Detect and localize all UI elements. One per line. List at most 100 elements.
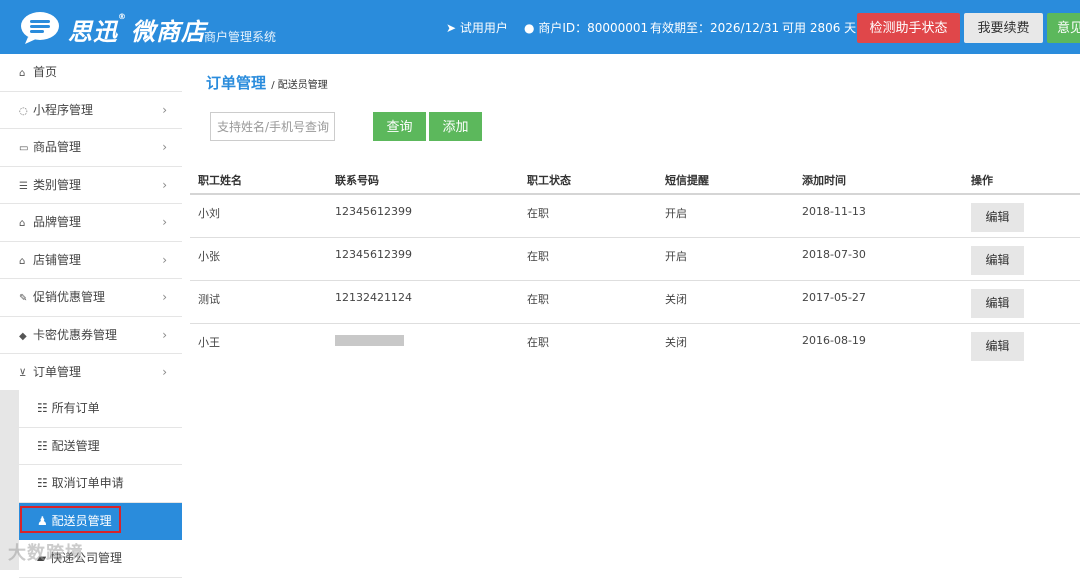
- chevron-right-icon: ›: [162, 140, 167, 154]
- list-icon: ☰: [19, 180, 28, 192]
- cell-sms: 关闭: [665, 336, 687, 349]
- brand-title: 思迅®微商店: [68, 12, 206, 46]
- sidebar-item-label: 商品管理: [33, 140, 82, 154]
- sidebar-subitem-couriers[interactable]: ♟ 配送员管理: [19, 502, 182, 540]
- cell-phone: 12345612399: [335, 248, 412, 261]
- tag-icon: ◆: [19, 330, 27, 342]
- cell-name: 小王: [198, 336, 220, 349]
- cell-status: 在职: [527, 207, 549, 220]
- sidebar-item-home[interactable]: ⌂ 首页: [0, 54, 182, 92]
- column-header: 联系号码: [335, 174, 379, 187]
- sidebar-subitem-label: 所有订单: [51, 401, 100, 415]
- sidebar-subitem-label: 取消订单申请: [51, 476, 124, 490]
- sidebar-item-label: 店铺管理: [33, 252, 82, 267]
- cell-added: 2016-08-19: [802, 334, 866, 347]
- cell-phone: 12132421124: [335, 291, 412, 304]
- query-button[interactable]: 查询: [373, 112, 426, 141]
- chevron-right-icon: ›: [162, 102, 167, 117]
- edit-button[interactable]: 编辑: [971, 332, 1024, 361]
- column-header: 操作: [971, 174, 993, 187]
- list-icon: ☷: [37, 401, 52, 415]
- sidebar-item-label: 品牌管理: [33, 215, 82, 229]
- cell-added: 2018-11-13: [802, 205, 866, 218]
- edit-button[interactable]: 编辑: [971, 203, 1024, 232]
- table-row: 小张 12345612399 在职 开启 2018-07-30 编辑: [190, 238, 1080, 281]
- cell-sms: 开启: [665, 207, 687, 220]
- chevron-right-icon: ›: [162, 177, 167, 192]
- table-row: 小刘 12345612399 在职 开启 2018-11-13 编辑: [190, 195, 1080, 238]
- send-icon: ➤: [446, 21, 457, 35]
- valid-until-info: 有效期至：2026/12/31: [650, 21, 780, 35]
- bank-icon: ⌂: [19, 218, 26, 229]
- chevron-right-icon: ›: [162, 365, 167, 379]
- search-input[interactable]: [210, 112, 335, 141]
- cell-sms: 关闭: [665, 293, 687, 306]
- table-row: 测试 12132421124 在职 关闭 2017-05-27 编辑: [190, 281, 1080, 324]
- sidebar-subitem-delivery[interactable]: ☷ 配送管理: [19, 427, 182, 465]
- edit-button[interactable]: 编辑: [971, 289, 1024, 318]
- chevron-right-icon: ›: [162, 252, 167, 267]
- list-icon: ☷: [37, 438, 52, 453]
- cell-status: 在职: [527, 293, 549, 306]
- add-button[interactable]: 添加: [429, 112, 482, 141]
- list-icon: ☷: [37, 476, 52, 490]
- chevron-right-icon: ›: [162, 215, 167, 229]
- sidebar-subitem-all-orders[interactable]: ☷ 所有订单: [19, 390, 182, 428]
- sidebar-item-label: 促销优惠管理: [33, 290, 106, 304]
- check-assistant-button[interactable]: 检测助手状态: [857, 13, 960, 43]
- sidebar-item-promotions[interactable]: ✎ 促销优惠管理 ›: [0, 279, 182, 317]
- breadcrumb: 订单管理 / 配送员管理: [206, 72, 328, 93]
- top-bar: 思迅®微商店 商户管理系统 ➤ 试用用户 ● 商户ID：80000001 有效期…: [0, 0, 1080, 54]
- chevron-right-icon: ›: [162, 290, 167, 304]
- sidebar-item-categories[interactable]: ☰ 类别管理 ›: [0, 167, 182, 204]
- column-header: 添加时间: [802, 174, 846, 187]
- renew-button[interactable]: 我要续费: [964, 13, 1043, 43]
- edit-button[interactable]: 编辑: [971, 246, 1024, 275]
- sidebar-subitem-cancel-requests[interactable]: ☷ 取消订单申请: [19, 465, 182, 503]
- sidebar-item-label: 订单管理: [33, 365, 82, 379]
- sidebar-item-label: 小程序管理: [33, 102, 94, 117]
- courier-table: 职工姓名 联系号码 职工状态 短信提醒 添加时间 操作 小刘 123456123…: [190, 164, 1080, 367]
- page-title: 订单管理: [206, 74, 267, 92]
- brand-subtitle: 商户管理系统: [204, 30, 277, 44]
- column-header: 职工状态: [527, 174, 571, 187]
- cart-icon: ⊻: [19, 368, 27, 379]
- column-header: 短信提醒: [665, 174, 709, 187]
- chat-icon: ◌: [19, 105, 28, 117]
- sidebar-item-coupons[interactable]: ◆ 卡密优惠券管理 ›: [0, 317, 182, 354]
- cell-added: 2017-05-27: [802, 291, 866, 304]
- sidebar-item-miniprogram[interactable]: ◌ 小程序管理 ›: [0, 92, 182, 129]
- sidebar-item-label: 首页: [33, 65, 58, 79]
- chevron-right-icon: ›: [162, 327, 167, 342]
- bank-icon: ⌂: [19, 255, 26, 267]
- home-icon: ⌂: [19, 68, 26, 79]
- cell-name: 小刘: [198, 207, 220, 220]
- sidebar-item-brands[interactable]: ⌂ 品牌管理 ›: [0, 204, 182, 242]
- sidebar-item-stores[interactable]: ⌂ 店铺管理 ›: [0, 242, 182, 279]
- table-header: 职工姓名 联系号码 职工状态 短信提醒 添加时间 操作: [190, 164, 1080, 195]
- cell-added: 2018-07-30: [802, 248, 866, 261]
- breadcrumb-current: / 配送员管理: [271, 80, 328, 91]
- watermark-text: 大数跨境: [8, 543, 84, 564]
- merchant-id-info: ● 商户ID：80000001: [524, 21, 649, 35]
- cell-status: 在职: [527, 336, 549, 349]
- days-left-info: 可用 2806 天: [782, 21, 857, 35]
- sidebar-item-orders[interactable]: ⊻ 订单管理 ›: [0, 354, 182, 392]
- cell-name: 测试: [198, 293, 220, 306]
- sidebar-subitem-label: 配送管理: [51, 438, 100, 453]
- cell-name: 小张: [198, 250, 220, 263]
- sidebar-item-label: 类别管理: [33, 177, 82, 192]
- cell-status: 在职: [527, 250, 549, 263]
- user-icon: ●: [524, 21, 535, 35]
- cell-phone: 12345612399: [335, 205, 412, 218]
- column-header: 职工姓名: [198, 174, 242, 187]
- brand-logo-icon: [21, 12, 59, 44]
- masked-phone: [335, 335, 404, 346]
- highlight-frame: [20, 505, 121, 533]
- cell-sms: 开启: [665, 250, 687, 263]
- feedback-button[interactable]: 意见: [1047, 13, 1080, 43]
- table-row: 小王 在职 关闭 2016-08-19 编辑: [190, 324, 1080, 367]
- sidebar-item-label: 卡密优惠券管理: [33, 327, 118, 342]
- card-icon: ▭: [19, 143, 29, 154]
- sidebar-item-products[interactable]: ▭ 商品管理 ›: [0, 129, 182, 167]
